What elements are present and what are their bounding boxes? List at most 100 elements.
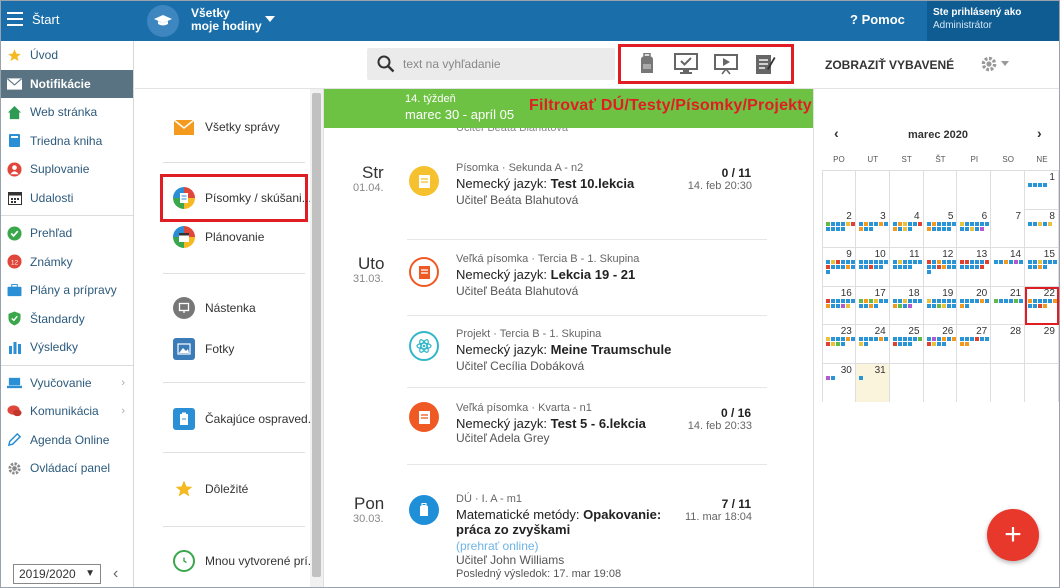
calendar-day[interactable]: 7 (991, 209, 1026, 248)
sidebar-item-vysledky[interactable]: Výsledky (1, 333, 133, 362)
calendar-day[interactable]: 14 (991, 248, 1026, 287)
sidebar-item-vyucovanie[interactable]: Vyučovanie › (1, 369, 133, 398)
school-year-select[interactable]: 2019/2020 ▼ (13, 564, 101, 584)
sidebar-item-standardy[interactable]: Štandardy (1, 305, 133, 334)
item-subject: Nemecký jazyk: (456, 267, 548, 282)
calendar-day[interactable]: 30 (822, 363, 856, 402)
sidebar-item-znamky[interactable]: 12 Známky (1, 248, 133, 277)
item-subject-line[interactable]: Nemecký jazyk: Test 10.lekcia (456, 176, 634, 191)
chat-icon (7, 404, 22, 419)
calendar-day[interactable]: 20 (957, 286, 992, 325)
sidebar-item-triedna-kniha[interactable]: Triedna kniha (1, 127, 133, 156)
scrollbar-thumb[interactable] (312, 93, 321, 577)
help-button[interactable]: ? Pomoc (850, 12, 905, 27)
calendar-day[interactable]: 9 (822, 248, 856, 287)
backpack-homework-filter-icon[interactable] (635, 52, 659, 76)
calendar-day[interactable]: 26 (924, 325, 958, 364)
calendar-day[interactable]: 5 (924, 209, 958, 248)
planning-calendar-icon (173, 226, 195, 248)
next-month-button[interactable]: › (1037, 125, 1042, 141)
category-planning[interactable]: Plánovanie (173, 217, 264, 257)
settings-caret-icon[interactable] (1001, 61, 1009, 66)
calendar-day[interactable]: 17 (856, 286, 890, 325)
collapse-sidebar-icon[interactable]: ‹ (113, 565, 118, 583)
calendar-day[interactable]: 16 (822, 286, 856, 325)
calendar-day[interactable]: 25 (890, 325, 924, 364)
calendar-day[interactable]: 22 (1025, 286, 1059, 325)
category-all-messages[interactable]: Všetky správy (173, 107, 280, 147)
item-subject-line[interactable]: Nemecký jazyk: Test 5 - 6.lekcia (456, 416, 646, 431)
category-tests-exams[interactable]: Písomky / skúšani... (173, 178, 312, 218)
category-label: Dôležité (205, 482, 249, 496)
calendar-day[interactable]: 13 (957, 248, 992, 287)
play-online-link[interactable]: (prehrať online) (456, 539, 539, 553)
show-completed-button[interactable]: ZOBRAZIŤ VYBAVENÉ (825, 58, 954, 72)
calendar-day[interactable]: 23 (822, 325, 856, 364)
hours-selector[interactable]: Všetky moje hodiny (191, 7, 262, 33)
search-input[interactable]: text na vyhľadanie (403, 57, 501, 71)
calendar-day[interactable]: 21 (991, 286, 1026, 325)
item-teacher: Učiteľ John Williams (456, 553, 565, 567)
calendar-day[interactable]: 10 (856, 248, 890, 287)
item-meta: Písomka · Sekunda A - n2 (456, 162, 584, 174)
calendar-day[interactable]: 4 (890, 209, 924, 248)
calendar-day[interactable]: 27 (957, 325, 992, 364)
calendar-day[interactable]: 15 (1025, 248, 1059, 287)
sidebar-item-agenda[interactable]: Agenda Online (1, 426, 133, 455)
calendar-day[interactable]: 1 (1025, 171, 1059, 210)
calendar-day-number: 27 (976, 326, 988, 337)
hamburger-menu-icon[interactable] (7, 12, 23, 26)
sidebar-item-udalosti[interactable]: Udalosti (1, 184, 133, 213)
start-link[interactable]: Štart (32, 12, 59, 27)
item-subject-line[interactable]: Nemecký jazyk: Lekcia 19 - 21 (456, 267, 635, 282)
calendar-day[interactable]: 18 (890, 286, 924, 325)
sidebar-item-ovladaci-panel[interactable]: Ovládací panel (1, 454, 133, 483)
search-box[interactable]: text na vyhľadanie (367, 48, 615, 80)
sidebar-item-komunikacia[interactable]: Komunikácia › (1, 397, 133, 426)
svg-text:12: 12 (11, 260, 19, 267)
calendar-day[interactable]: 19 (924, 286, 958, 325)
calendar-day[interactable]: 6 (957, 209, 992, 248)
category-created-by-me[interactable]: Mnou vytvorené prí... (173, 541, 318, 581)
sidebar-item-prehlad[interactable]: Prehľad (1, 219, 133, 248)
presentation-exam-filter-icon[interactable] (713, 52, 738, 76)
categories-scrollbar[interactable] (310, 89, 323, 587)
category-pending-excuses[interactable]: Čakajúce ospraved... (173, 399, 318, 439)
category-photos[interactable]: Fotky (173, 329, 234, 369)
toolbar: text na vyhľadanie ZOBRAZIŤ VYBAVENÉ (135, 41, 1059, 89)
calendar-day[interactable]: 2 (822, 209, 856, 248)
category-important[interactable]: Dôležité (173, 469, 248, 509)
sidebar-item-uvod[interactable]: Úvod (1, 41, 133, 70)
item-meta: Veľká písomka · Tercia B - 1. Skupina (456, 253, 640, 265)
monitor-test-filter-icon[interactable] (674, 52, 699, 76)
settings-gear-icon[interactable] (980, 55, 998, 73)
calendar-day[interactable]: 11 (890, 248, 924, 287)
category-noticeboard[interactable]: Nástenka (173, 288, 256, 328)
sidebar-item-suplovanie[interactable]: Suplovanie (1, 155, 133, 184)
sidebar-item-notifikacie[interactable]: Notifikácie (1, 69, 133, 98)
graduation-cap-icon[interactable] (147, 5, 179, 37)
calendar-day[interactable]: 31 (855, 363, 890, 402)
calendar-day[interactable]: 12 (924, 248, 958, 287)
sidebar-item-label: Štandardy (30, 311, 85, 326)
calendar-day-number: 23 (840, 326, 852, 337)
app-window: Štart Všetky moje hodiny ? Pomoc Ste pri… (0, 0, 1060, 588)
person-icon (7, 162, 22, 177)
chevron-down-icon[interactable] (265, 16, 275, 22)
calendar-day[interactable]: 3 (856, 209, 890, 248)
user-account-box[interactable]: Ste prihlásený ako Administrátor (927, 1, 1059, 41)
calendar-grid: PO UT ST ŠT PI SO NE 1 2 3 4 5 6 7 8 9 10 11 12 13 14 15 16 17… (822, 152, 1059, 402)
calendar-day-number: 28 (1009, 326, 1022, 337)
document-project-filter-icon[interactable] (753, 52, 777, 76)
item-subject-line[interactable]: Nemecký jazyk: Meine Traumschule (456, 342, 671, 357)
item-subject-line[interactable]: Matematické metódy: Opakovanie: (456, 507, 661, 522)
sidebar-item-plany[interactable]: Plány a prípravy (1, 276, 133, 305)
add-button[interactable]: + (987, 509, 1039, 561)
calendar-day[interactable]: 29 (1025, 325, 1059, 364)
calendar-day[interactable]: 28 (991, 325, 1026, 364)
calendar-day[interactable]: 8 (1025, 209, 1059, 248)
category-label: Čakajúce ospraved... (205, 412, 318, 426)
calendar-week-row: 1 (822, 170, 1059, 210)
sidebar-item-web[interactable]: Web stránka (1, 98, 133, 127)
calendar-day[interactable]: 24 (856, 325, 890, 364)
